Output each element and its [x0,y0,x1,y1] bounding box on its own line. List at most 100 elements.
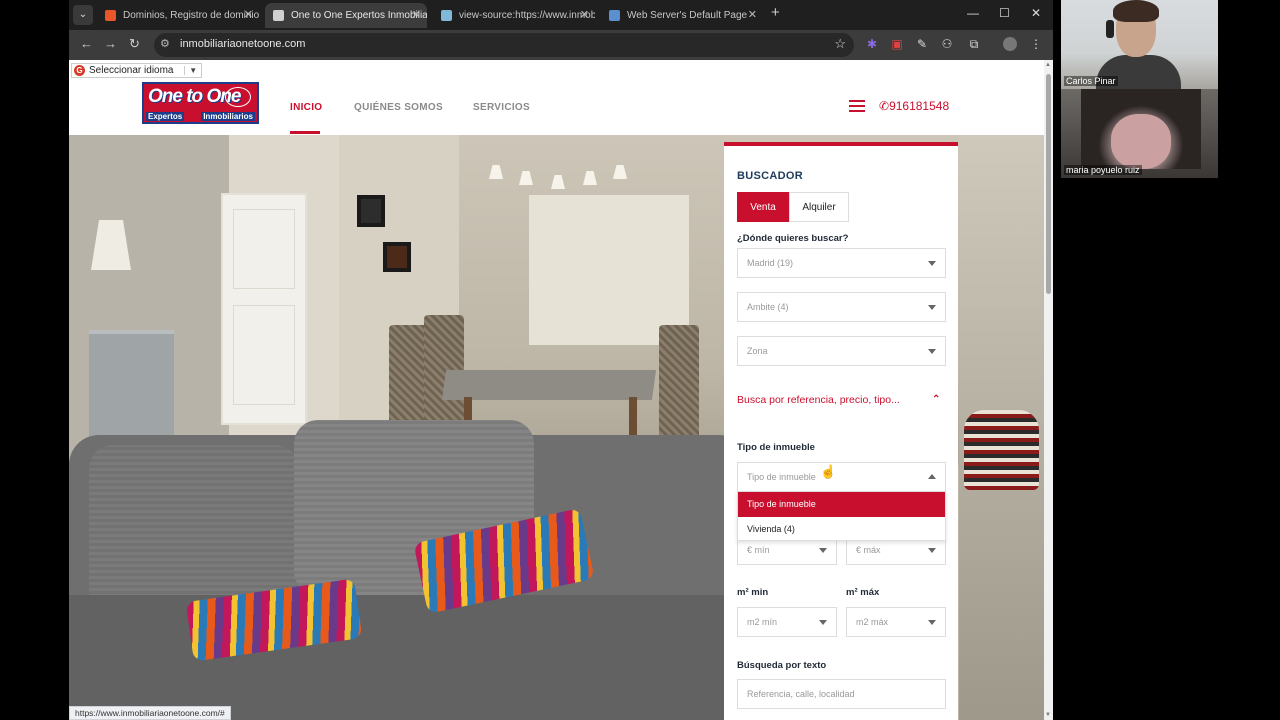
hero-frame [383,242,411,272]
tab-one-to-one[interactable]: One to One Expertos Inmobiliarios ✕ [265,3,427,28]
extension-icon[interactable]: ⚇ [940,37,954,51]
video-tile-maria[interactable]: maria poyuelo ruiz [1061,89,1218,178]
chandelier-shade [583,171,597,185]
hero-chandelier [489,165,639,205]
nav-active-indicator [290,131,320,134]
chevron-down-icon [819,620,827,625]
hero-table [441,370,657,400]
tab-title: Dominios, Registro de dominio [123,10,259,21]
tab-dominios[interactable]: Dominios, Registro de dominio ✕ [97,3,259,28]
video-tile-carlos[interactable]: Carlos Pinar [1061,0,1218,89]
page-scrollbar[interactable]: ▲ ▼ [1044,60,1053,720]
m2-max-select[interactable]: m2 máx [846,607,946,637]
dropdown-arrow-icon: ▼ [184,66,198,75]
bookmark-star-icon[interactable]: ☆ [834,36,846,52]
browser-window: ⌄ Dominios, Registro de dominio ✕ One to… [69,0,1053,720]
address-bar[interactable]: ⚙ inmobiliariaonetoone.com ☆ [154,33,854,57]
tab-search-menu-icon[interactable]: ⌄ [73,5,93,25]
close-tab-icon[interactable]: ✕ [412,3,421,28]
phone-number: 916181548 [889,99,950,113]
search-title: BUSCADOR [737,170,803,182]
text-search-input[interactable]: Referencia, calle, localidad [737,679,946,709]
new-tab-icon[interactable]: + [771,4,780,21]
phone-icon: ✆ [879,99,890,113]
favicon-icon [105,10,116,21]
chandelier-shade [551,175,565,189]
zone-select[interactable]: Zona [737,336,946,366]
hero-door-panel [233,305,295,405]
language-selector[interactable]: G Seleccionar idioma ▼ [71,63,203,78]
extensions-puzzle-icon[interactable]: ⧉ [967,37,981,51]
profile-avatar-icon[interactable] [1003,37,1017,51]
tab-view-source[interactable]: view-source:https://www.inmobi ✕ [433,3,595,28]
option-vivienda[interactable]: Vivienda (4) [738,517,945,542]
advanced-search-toggle[interactable]: Busca por referencia, precio, tipo... [737,394,900,406]
site-header: One to One Expertos Inmobiliarios INICIO… [69,78,1044,135]
property-type-options: Tipo de inmueble Vivienda (4) [737,491,946,541]
headset-icon [1106,20,1114,38]
text-search-label: Búsqueda por texto [737,660,827,671]
scroll-down-icon[interactable]: ▼ [1045,712,1051,718]
maximize-icon[interactable]: ☐ [999,6,1010,20]
web-page: One to One Expertos Inmobiliarios INICIO… [69,60,1044,720]
property-type-value: Tipo de inmueble [747,472,816,482]
close-tab-icon[interactable]: ✕ [748,3,757,28]
where-label: ¿Dónde quieres buscar? [737,233,849,244]
chevron-down-icon [928,349,936,354]
favicon-icon [609,10,620,21]
google-translate-icon: G [74,65,85,76]
province-value: Madrid (19) [747,258,794,268]
logo-tag-left: Expertos [146,112,185,121]
forward-icon[interactable]: → [104,36,117,51]
area-select[interactable]: Ambite (4) [737,292,946,322]
close-window-icon[interactable]: ✕ [1031,6,1041,20]
menu-kebab-icon[interactable]: ⋮ [1029,37,1043,51]
favicon-icon [441,10,452,21]
extension-new-icon[interactable]: ▣ [890,37,904,51]
eyedropper-icon[interactable]: ✎ [915,37,929,51]
chevron-up-icon[interactable]: ⌃ [932,394,940,405]
hero-door-panel [233,209,295,289]
province-select[interactable]: Madrid (19) [737,248,946,278]
chevron-down-icon [928,620,936,625]
tab-web-server[interactable]: Web Server's Default Page ✕ [601,3,763,28]
nav-quienes-somos[interactable]: QUIÉNES SOMOS [354,102,443,113]
hero-cabinet [89,330,174,445]
property-type-select[interactable]: Tipo de inmueble [737,462,946,492]
venta-button[interactable]: Venta [737,192,789,222]
close-tab-icon[interactable]: ✕ [244,3,253,28]
site-info-icon[interactable]: ⚙ [160,37,170,50]
hero-door [221,193,307,425]
participant-name: maria poyuelo ruiz [1064,165,1142,175]
scroll-up-icon[interactable]: ▲ [1045,62,1051,68]
reload-icon[interactable]: ↻ [129,36,140,52]
m2-min-select[interactable]: m2 mín [737,607,837,637]
zone-value: Zona [747,346,768,356]
m2-max-label: m² máx [846,587,880,598]
back-icon[interactable]: ← [80,36,93,51]
chevron-down-icon [928,305,936,310]
phone-link[interactable]: ✆916181548 [879,99,949,113]
property-type-label: Tipo de inmueble [737,442,815,453]
chandelier-shade [489,165,503,179]
hero-frame [357,195,385,227]
participant-name: Carlos Pinar [1064,76,1118,86]
extension-puzzle-purple-icon[interactable]: ✱ [865,37,879,51]
nav-servicios[interactable]: SERVICIOS [473,102,530,113]
language-label: Seleccionar idioma [89,65,174,76]
scroll-thumb[interactable] [1046,74,1051,294]
chevron-down-icon [819,548,827,553]
close-tab-icon[interactable]: ✕ [580,3,589,28]
screen: ⌄ Dominios, Registro de dominio ✕ One to… [0,0,1280,720]
price-max-value: € máx [856,545,881,555]
minimize-icon[interactable]: — [967,6,979,20]
hero-sofa-seat [69,595,769,720]
chevron-down-icon [928,261,936,266]
hamburger-menu-icon[interactable] [849,100,865,112]
option-tipo-inmueble[interactable]: Tipo de inmueble [738,492,945,517]
m2-min-value: m2 mín [747,617,778,627]
site-logo[interactable]: One to One Expertos Inmobiliarios [142,82,259,124]
alquiler-button[interactable]: Alquiler [789,192,849,222]
tab-title: One to One Expertos Inmobiliarios [291,10,427,21]
nav-inicio[interactable]: INICIO [290,102,322,113]
